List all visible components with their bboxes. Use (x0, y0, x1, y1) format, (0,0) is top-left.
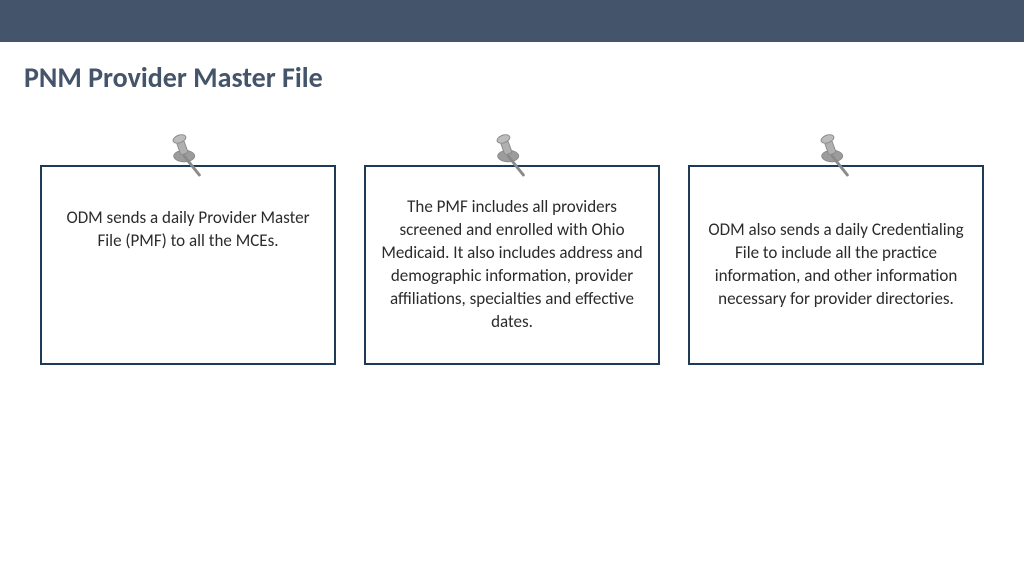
card-text-1: ODM sends a daily Provider Master File (… (54, 207, 322, 253)
info-card-3: ODM also sends a daily Credentialing Fil… (688, 165, 984, 365)
info-card-2: The PMF includes all providers screened … (364, 165, 660, 365)
pushpin-icon (169, 133, 207, 181)
card-wrap-2: The PMF includes all providers screened … (364, 165, 660, 365)
cards-row: ODM sends a daily Provider Master File (… (0, 95, 1024, 365)
header-bar (0, 0, 1024, 42)
info-card-1: ODM sends a daily Provider Master File (… (40, 165, 336, 365)
card-text-2: The PMF includes all providers screened … (378, 196, 646, 334)
pushpin-icon (817, 133, 855, 181)
pushpin-icon (493, 133, 531, 181)
card-wrap-1: ODM sends a daily Provider Master File (… (40, 165, 336, 365)
card-text-3: ODM also sends a daily Credentialing Fil… (702, 219, 970, 311)
card-wrap-3: ODM also sends a daily Credentialing Fil… (688, 165, 984, 365)
page-title: PNM Provider Master File (0, 42, 1024, 95)
